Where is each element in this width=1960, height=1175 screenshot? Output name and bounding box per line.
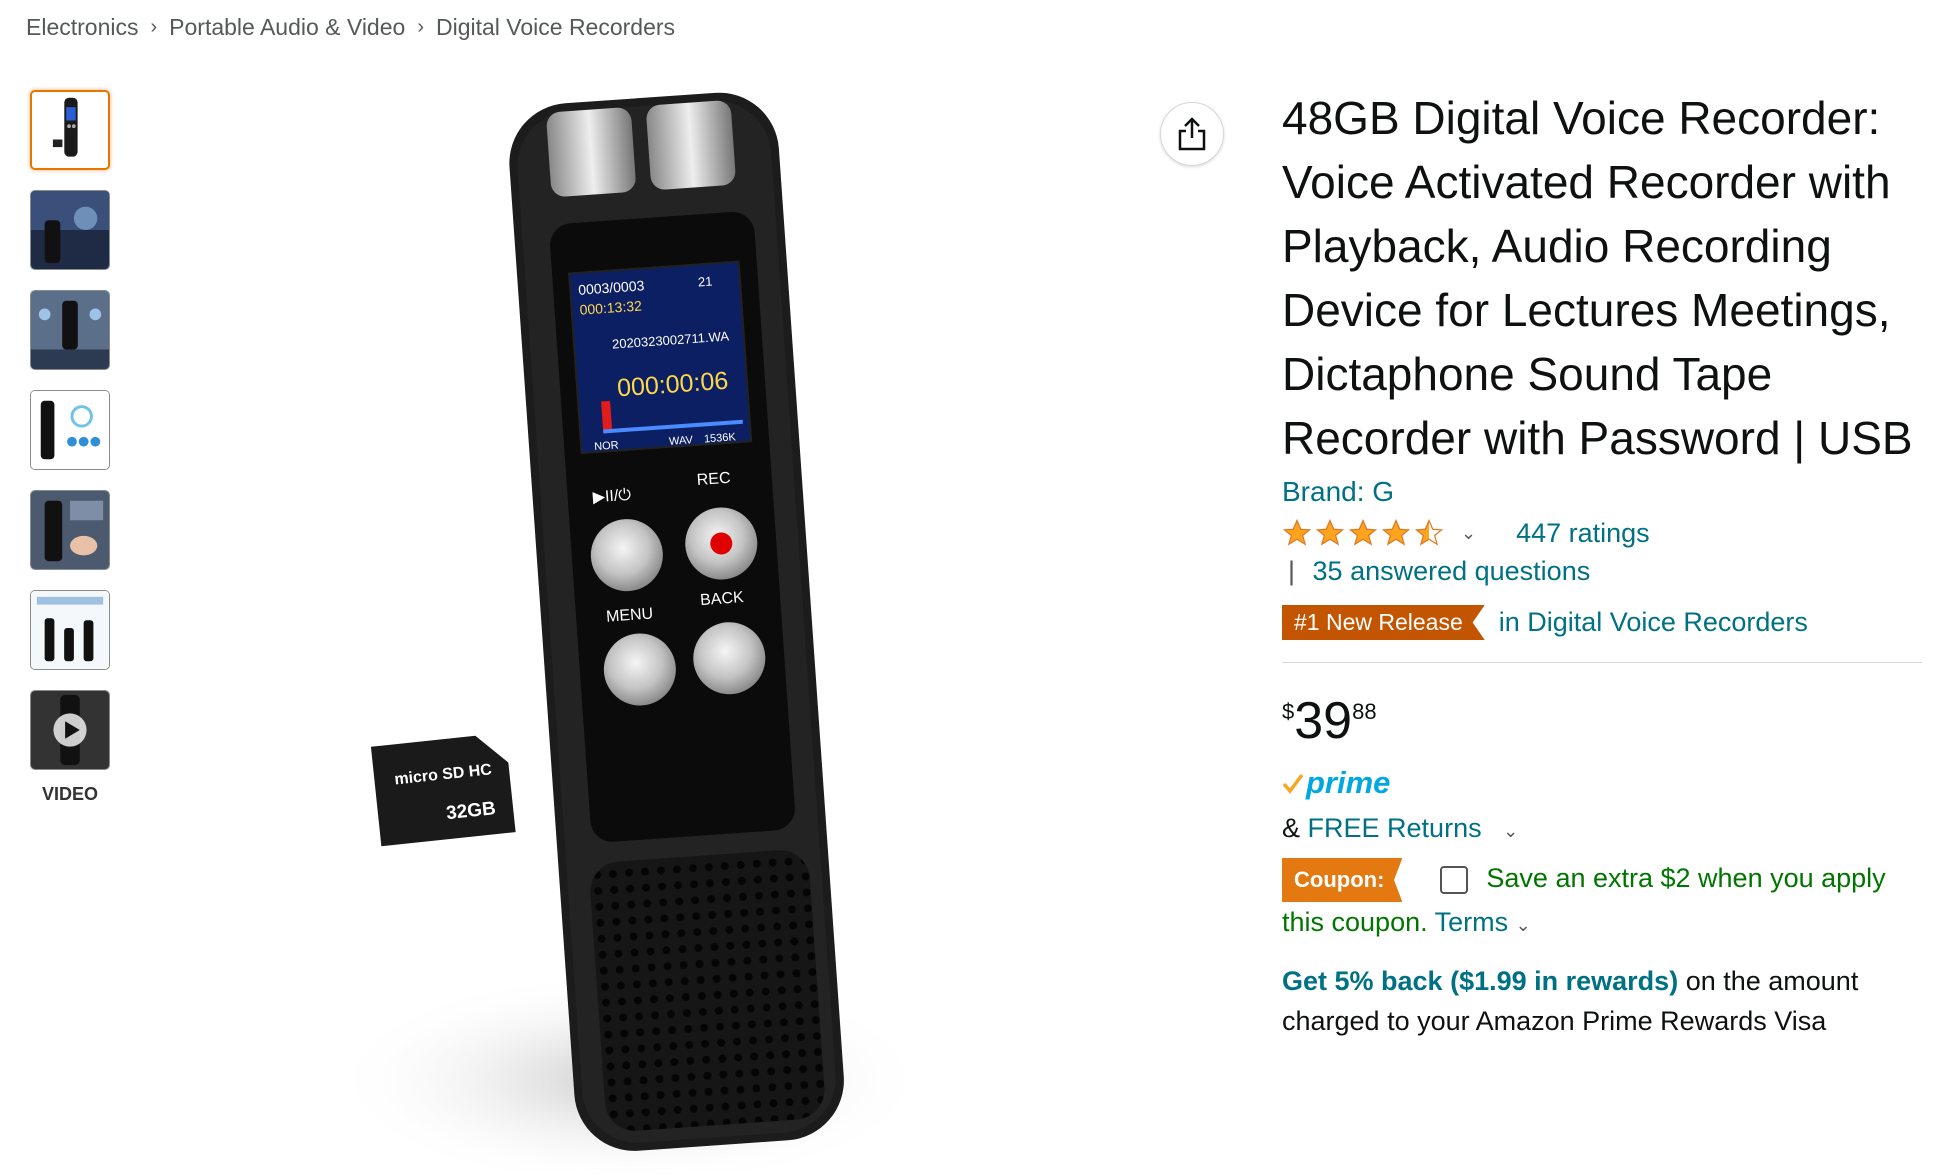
divider: [1282, 662, 1922, 663]
breadcrumb-separator-icon: ›: [417, 16, 424, 38]
thumbnail-6[interactable]: [30, 590, 110, 670]
screen-tag-bitrate: 1536K: [704, 431, 737, 445]
returns-row: & FREE Returns ⌄: [1282, 813, 1922, 844]
share-button[interactable]: [1160, 102, 1224, 166]
breadcrumb-separator-icon: ›: [150, 16, 158, 38]
coupon-checkbox[interactable]: [1440, 866, 1469, 894]
thumbnail-3[interactable]: [30, 290, 110, 370]
best-seller-row: #1 New Release in Digital Voice Recorder…: [1282, 605, 1922, 640]
coupon-terms-link[interactable]: Terms: [1435, 907, 1509, 937]
rec-button-label: REC: [696, 470, 731, 489]
star-rating[interactable]: [1282, 518, 1447, 548]
price-whole: 39: [1294, 692, 1353, 750]
returns-prefix: &: [1282, 813, 1301, 843]
price-currency: $: [1282, 699, 1295, 724]
thumbnail-5[interactable]: [30, 490, 110, 570]
product-info: 48GB Digital Voice Recorder: Voice Activ…: [1282, 86, 1922, 1041]
free-returns-link[interactable]: FREE Returns: [1308, 813, 1482, 843]
coupon-badge: Coupon:: [1282, 858, 1403, 902]
prime-check-icon: [1282, 773, 1304, 794]
chevron-down-icon[interactable]: ⌄: [1516, 915, 1531, 935]
share-icon: [1178, 117, 1206, 151]
chevron-down-icon[interactable]: ⌄: [1503, 821, 1518, 841]
chevron-down-icon[interactable]: ⌄: [1461, 523, 1476, 544]
price-fraction: 88: [1352, 699, 1377, 724]
star-icon: [1315, 518, 1345, 546]
rewards-link[interactable]: Get 5% back ($1.99 in rewards): [1282, 966, 1678, 996]
thumbnail-video[interactable]: [30, 690, 110, 770]
breadcrumb-voice-recorders[interactable]: Digital Voice Recorders: [436, 14, 675, 41]
play-button-label: ▶II/⏻: [592, 487, 632, 507]
prime-row[interactable]: prime: [1282, 765, 1922, 801]
qa-separator: |: [1288, 556, 1296, 586]
badge-category-link[interactable]: in Digital Voice Recorders: [1499, 607, 1808, 638]
thumbnail-2[interactable]: [30, 190, 110, 270]
answered-questions-link[interactable]: 35 answered questions: [1313, 556, 1591, 586]
thumbnail-1[interactable]: [30, 90, 110, 170]
star-icon: [1381, 518, 1411, 546]
screen-volume: 21: [697, 273, 712, 289]
brand-link[interactable]: Brand: G: [1282, 476, 1922, 508]
half-star-icon: [1414, 518, 1444, 546]
product-title: 48GB Digital Voice Recorder: Voice Activ…: [1282, 92, 1913, 464]
back-button-label: BACK: [700, 589, 745, 609]
star-icon: [1348, 518, 1378, 546]
main-product-image[interactable]: 0003/0003 000:13:32 21 2020323002711.WA …: [330, 80, 1050, 1175]
breadcrumb: Electronics › Portable Audio & Video › D…: [26, 14, 675, 41]
thumbnail-gallery: [30, 90, 114, 790]
qa-row: | 35 answered questions: [1282, 556, 1922, 587]
ratings-count-link[interactable]: 447 ratings: [1516, 518, 1650, 549]
breadcrumb-portable-audio[interactable]: Portable Audio & Video: [169, 14, 405, 41]
rating-row: ⌄ 447 ratings: [1282, 514, 1922, 552]
video-label: VIDEO: [41, 784, 98, 804]
screen-tag-wav: WAV: [669, 434, 694, 448]
star-icon: [1282, 518, 1312, 546]
breadcrumb-electronics[interactable]: Electronics: [26, 14, 138, 41]
prime-label: prime: [1306, 765, 1391, 800]
coupon-row: Coupon: Save an extra $2 when you apply t…: [1282, 858, 1922, 945]
rewards-text: Get 5% back ($1.99 in rewards) on the am…: [1282, 961, 1922, 1041]
screen-tag-nor: NOR: [594, 439, 619, 453]
new-release-badge[interactable]: #1 New Release: [1282, 605, 1485, 640]
price: $ 39 88: [1282, 693, 1922, 749]
thumbnail-4[interactable]: [30, 390, 110, 470]
menu-button-label: MENU: [606, 605, 654, 625]
